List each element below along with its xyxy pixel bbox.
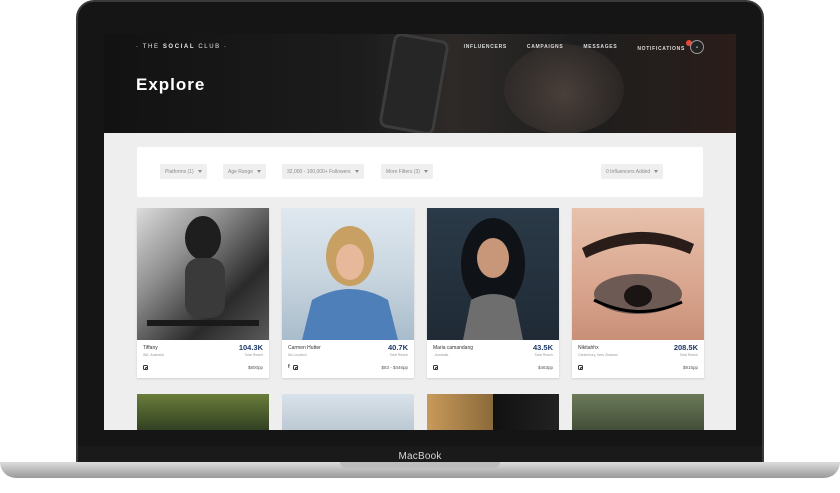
laptop-notch bbox=[340, 462, 500, 468]
followers-filter[interactable]: 32,000 - 100,000+ Followers bbox=[282, 164, 364, 179]
price: $463pp bbox=[537, 365, 553, 370]
influencer-figure bbox=[582, 231, 694, 314]
price: $800pp bbox=[247, 365, 263, 370]
influencer-photo bbox=[427, 208, 559, 340]
caret-down-icon bbox=[654, 170, 659, 173]
influencer-card[interactable] bbox=[282, 394, 414, 430]
influencer-location: , Australia bbox=[433, 353, 449, 357]
instagram-icon bbox=[578, 365, 583, 370]
hero-header: · THE SOCIAL CLUB · INFLUENCERS CAMPAIGN… bbox=[104, 34, 736, 133]
price: $83 - $446pp bbox=[381, 365, 408, 370]
instagram-icon bbox=[433, 365, 438, 370]
nav-notifications[interactable]: NOTIFICATIONS bbox=[637, 40, 692, 52]
page-title: Explore bbox=[136, 75, 206, 94]
influencer-card[interactable] bbox=[137, 394, 269, 430]
influencer-figure bbox=[461, 218, 525, 340]
hero-background-image bbox=[504, 44, 624, 133]
caret-down-icon bbox=[423, 170, 428, 173]
hero-phone-image bbox=[378, 34, 450, 133]
influencer-card[interactable]: Carmen Hutter No Location 40.7K Total Re… bbox=[282, 208, 414, 378]
total-reach-label: Total Reach bbox=[679, 353, 698, 357]
main-nav: INFLUENCERS CAMPAIGNS MESSAGES NOTIFICAT… bbox=[464, 40, 692, 52]
influencer-card[interactable]: Nikitahhx Canterbury, New Zealand 208.5K… bbox=[572, 208, 704, 378]
influencer-photo bbox=[572, 208, 704, 340]
influencer-location: Canterbury, New Zealand bbox=[578, 353, 618, 357]
nav-influencers[interactable]: INFLUENCERS bbox=[464, 44, 507, 52]
influencer-name: Maria camandang bbox=[433, 345, 474, 351]
total-reach-value: 43.5K bbox=[532, 343, 553, 352]
influencer-location: WA, Australia bbox=[143, 353, 164, 357]
nav-campaigns[interactable]: CAMPAIGNS bbox=[527, 44, 564, 52]
influencer-name: Nikitahhx bbox=[578, 345, 599, 351]
more-filters-button[interactable]: More Filters (3) bbox=[381, 164, 433, 179]
total-reach-label: Total Reach bbox=[244, 353, 263, 357]
total-reach-label: Total Reach bbox=[389, 353, 408, 357]
age-range-filter[interactable]: Age Range bbox=[223, 164, 267, 179]
price: $915pp bbox=[682, 365, 698, 370]
total-reach-value: 40.7K bbox=[387, 343, 408, 352]
total-reach-value: 104.3K bbox=[238, 343, 263, 352]
influencer-card[interactable]: Maria camandang , Australia 43.5K Total … bbox=[427, 208, 559, 378]
influencers-added-dropdown[interactable]: 0 Influencers Added bbox=[601, 164, 664, 179]
total-reach-value: 208.5K bbox=[673, 343, 698, 352]
influencer-photo bbox=[137, 208, 269, 340]
influencer-name: Carmen Hutter bbox=[288, 345, 321, 351]
instagram-icon bbox=[143, 365, 148, 370]
influencer-figure bbox=[302, 226, 398, 340]
influencer-name: Tiffany bbox=[143, 345, 158, 351]
influencer-photo bbox=[282, 208, 414, 340]
screen: · THE SOCIAL CLUB · INFLUENCERS CAMPAIGN… bbox=[104, 34, 736, 430]
influencer-location: No Location bbox=[288, 353, 307, 357]
caret-down-icon bbox=[354, 170, 359, 173]
filter-bar: Platforms (1) Age Range 32,000 - 100,000… bbox=[137, 147, 703, 197]
caret-down-icon bbox=[197, 170, 202, 173]
logo[interactable]: · THE SOCIAL CLUB · bbox=[136, 44, 228, 50]
influencer-card[interactable]: Tiffany WA, Australia 104.3K Total Reach… bbox=[137, 208, 269, 378]
caret-down-icon bbox=[257, 170, 262, 173]
influencer-figure bbox=[147, 216, 259, 326]
device-brand: MacBook bbox=[398, 450, 442, 462]
instagram-icon bbox=[292, 365, 298, 370]
avatar[interactable]: ● bbox=[690, 40, 704, 54]
platforms-filter[interactable]: Platforms (1) bbox=[160, 164, 207, 179]
nav-messages[interactable]: MESSAGES bbox=[583, 44, 617, 52]
influencer-card[interactable] bbox=[572, 394, 704, 430]
total-reach-label: Total Reach bbox=[534, 353, 553, 357]
influencer-card[interactable] bbox=[427, 394, 559, 430]
facebook-icon: f bbox=[288, 364, 290, 370]
